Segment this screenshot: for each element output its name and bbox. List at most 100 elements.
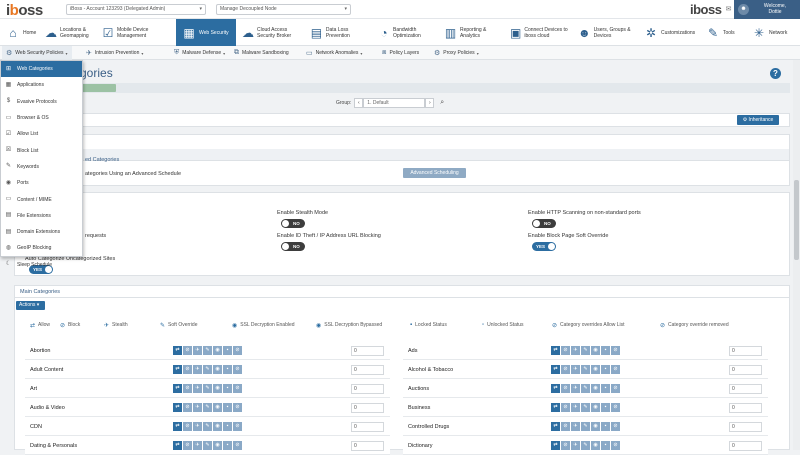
category-action-icon[interactable]: ⊘ [611,384,620,393]
category-action-icon[interactable]: ✈ [571,346,580,355]
category-action-icon[interactable]: ◉ [213,384,222,393]
category-action-icon[interactable]: ⊘ [561,403,570,412]
category-action-icon[interactable]: ▪ [223,403,232,412]
category-action-icon[interactable]: ⊘ [183,384,192,393]
theft-toggle[interactable]: NO [281,242,305,251]
menu-item-web-categories[interactable]: ⊞ Web Categories [1,61,82,78]
category-action-icon[interactable]: ✎ [581,346,590,355]
category-limit-input[interactable]: 0 [729,365,762,375]
category-action-icon[interactable]: ◉ [213,422,222,431]
category-action-icon[interactable]: ◉ [591,441,600,450]
inheritance-button[interactable]: ⚙ Inheritance [737,115,779,125]
category-action-icon[interactable]: ✈ [193,441,202,450]
category-action-icon[interactable]: ✎ [581,365,590,374]
nav-item-cloud-access-security-broker[interactable]: ☁ Cloud Access Security Broker [242,19,304,46]
subnav-proxy-policies[interactable]: ⚙ Proxy Policies ▾ [430,46,483,60]
category-action-icon[interactable]: ⊘ [183,422,192,431]
menu-item-evasive-protocols[interactable]: $ Evasive Protocols [1,94,82,110]
nav-item-web-security[interactable]: ▦ Web Security [176,19,236,46]
soft-override-toggle[interactable]: YES [532,242,556,251]
category-action-icon[interactable]: ⇄ [551,403,560,412]
category-action-icon[interactable]: ⊘ [611,346,620,355]
category-action-icon[interactable]: ⊘ [233,346,242,355]
category-action-icon[interactable]: ◉ [213,365,222,374]
stealth-toggle[interactable]: NO [281,219,305,228]
category-action-icon[interactable]: ⊘ [561,441,570,450]
category-action-icon[interactable]: ⊘ [233,441,242,450]
menu-item-block-list[interactable]: ☒ Block List [1,142,82,158]
nav-item-reporting-analytics[interactable]: ▥ Reporting & Analytics [444,19,504,46]
category-action-icon[interactable]: ▪ [601,422,610,431]
user-menu[interactable]: ☻ Welcome, Dottie [734,0,800,19]
category-limit-input[interactable]: 0 [729,422,762,432]
category-action-icon[interactable]: ⇄ [173,346,182,355]
category-action-icon[interactable]: ✎ [203,403,212,412]
category-action-icon[interactable]: ✈ [193,346,202,355]
menu-item-applications[interactable]: ▦ Applications [1,77,82,93]
category-action-icon[interactable]: ✎ [581,441,590,450]
category-action-icon[interactable]: ⊘ [233,384,242,393]
category-action-icon[interactable]: ◉ [213,346,222,355]
group-select[interactable]: 1. Default [363,98,426,108]
menu-item-content-mime[interactable]: ▭ Content / MIME [1,191,82,207]
account-select[interactable]: iBoss - Account 123293 (Delegated Admin)… [66,4,206,15]
category-action-icon[interactable]: ▪ [223,365,232,374]
category-action-icon[interactable]: ⊘ [561,422,570,431]
actions-button[interactable]: Actions ▾ [16,301,45,310]
category-action-icon[interactable]: ⇄ [551,384,560,393]
category-action-icon[interactable]: ✎ [203,441,212,450]
category-action-icon[interactable]: ⊘ [561,384,570,393]
nav-item-mobile-device-management[interactable]: ☑ Mobile Device Management [102,19,170,46]
category-action-icon[interactable]: ✎ [203,422,212,431]
category-action-icon[interactable]: ⇄ [551,365,560,374]
nav-item-data-loss-prevention[interactable]: ▤ Data Loss Prevention [310,19,370,46]
page-scrollbar[interactable] [793,60,800,450]
category-action-icon[interactable]: ◉ [591,422,600,431]
scrollbar-thumb[interactable] [794,180,799,260]
category-action-icon[interactable]: ▪ [223,346,232,355]
category-action-icon[interactable]: ⇄ [173,422,182,431]
category-action-icon[interactable]: ◉ [213,403,222,412]
prev-group-button[interactable]: ‹ [354,98,364,108]
category-limit-input[interactable]: 0 [351,403,384,413]
category-action-icon[interactable]: ✎ [581,384,590,393]
category-action-icon[interactable]: ⊘ [183,365,192,374]
category-action-icon[interactable]: ◉ [591,365,600,374]
help-icon[interactable]: ? [770,68,781,79]
nav-item-connect-devices-to-iboss-cloud[interactable]: ▣ Connect Devices to iboss cloud [510,19,572,46]
category-action-icon[interactable]: ◉ [213,441,222,450]
search-icon[interactable]: ⌕ [440,99,444,107]
category-action-icon[interactable]: ⊘ [233,422,242,431]
category-action-icon[interactable]: ⇄ [173,441,182,450]
nav-item-locations-geomapping[interactable]: ☁ Locations & Geomapping [45,19,99,46]
node-select[interactable]: Manage Decoupled Node ▾ [216,4,351,15]
menu-item-allow-list[interactable]: ☑ Allow List [1,126,82,142]
category-limit-input[interactable]: 0 [729,384,762,394]
nav-item-bandwidth-optimization[interactable]: ◔ Bandwidth Optimization [378,19,438,46]
menu-item-sleep-schedule[interactable]: ☾ Sleep Schedule [1,257,82,273]
category-action-icon[interactable]: ✎ [203,384,212,393]
nav-item-home[interactable]: ⌂ Home [6,19,42,46]
nav-item-tools[interactable]: ✎ Tools [706,19,748,46]
category-action-icon[interactable]: ✈ [571,403,580,412]
subnav-intrusion-prevention[interactable]: ✈ Intrusion Prevention ▾ [82,46,147,60]
category-action-icon[interactable]: ✈ [193,403,202,412]
category-action-icon[interactable]: ✈ [193,384,202,393]
advanced-scheduling-button[interactable]: Advanced Scheduling [403,168,466,178]
category-action-icon[interactable]: ✈ [193,422,202,431]
nav-item-customizations[interactable]: ✲ Customizations [644,19,702,46]
iboss-logo[interactable]: iboss [6,2,43,19]
category-limit-input[interactable]: 0 [351,346,384,356]
next-group-button[interactable]: › [425,98,435,108]
category-action-icon[interactable]: ⊘ [183,441,192,450]
menu-item-keywords[interactable]: ✎ Keywords [1,159,82,175]
category-action-icon[interactable]: ✎ [581,403,590,412]
subnav-network-anomalies[interactable]: ▭ Network Anomalies ▾ [302,46,366,60]
category-action-icon[interactable]: ▪ [601,365,610,374]
category-action-icon[interactable]: ⇄ [551,441,560,450]
category-action-icon[interactable]: ▪ [223,422,232,431]
subnav-web-security-policies[interactable]: ⚙ Web Security Policies ▾ [2,46,72,60]
category-action-icon[interactable]: ⇄ [173,365,182,374]
category-action-icon[interactable]: ⊘ [611,403,620,412]
category-action-icon[interactable]: ✈ [571,384,580,393]
